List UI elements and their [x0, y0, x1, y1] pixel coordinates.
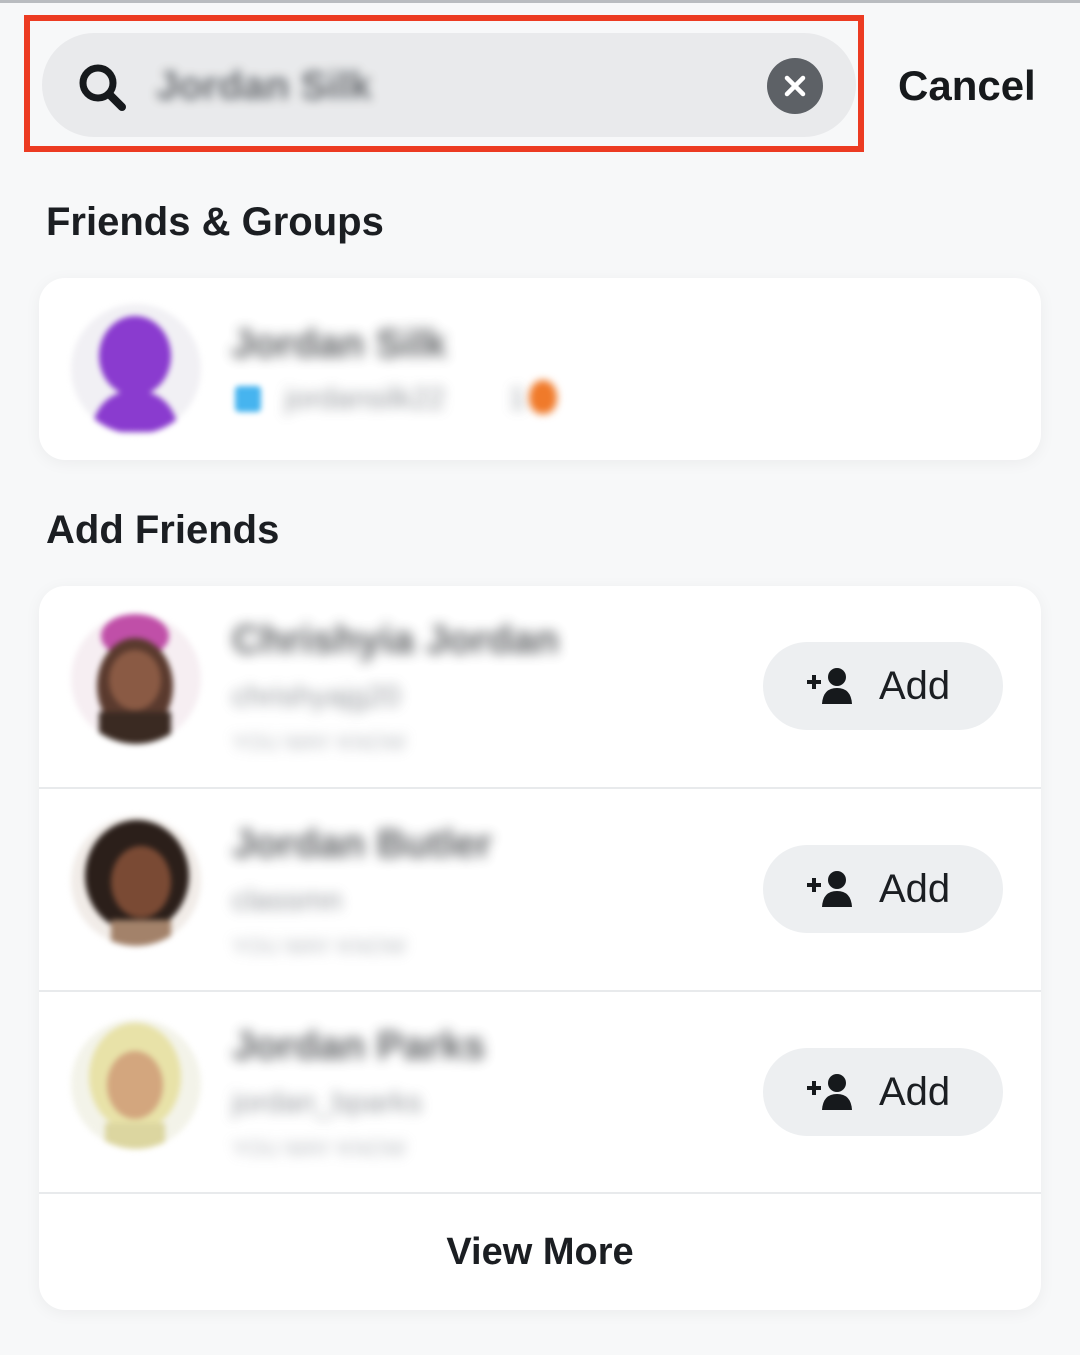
friend-streak-count: 1	[509, 382, 526, 415]
snapchat-badge-icon	[235, 386, 261, 412]
row-divider	[39, 990, 1041, 992]
suggestion-username: jordan_bparks	[232, 1086, 423, 1119]
add-user-icon	[807, 668, 852, 704]
suggestion-subtitle: YOU MAY KNOW	[232, 934, 406, 959]
add-friend-button[interactable]: Add	[763, 642, 1003, 730]
suggestion-subtitle: YOU MAY KNOW	[232, 1136, 406, 1161]
suggestion-name: Chrishyia Jordan	[232, 618, 559, 662]
cancel-button[interactable]: Cancel	[898, 58, 1036, 114]
friend-username: jordansilk22	[285, 382, 446, 415]
suggestion-username: chrishyajg20	[232, 680, 401, 713]
suggestion-username: classmn	[232, 884, 343, 917]
friends-groups-heading: Friends & Groups	[46, 200, 384, 244]
add-friend-button[interactable]: Add	[763, 845, 1003, 933]
add-button-label: Add	[879, 664, 951, 708]
add-user-icon	[807, 871, 852, 907]
friend-avatar	[71, 304, 201, 434]
add-friends-heading: Add Friends	[46, 508, 280, 552]
row-divider	[39, 787, 1041, 789]
search-highlight-box	[24, 15, 864, 152]
suggestion-name: Jordan Butler	[232, 822, 493, 866]
streak-fire-icon	[529, 380, 557, 414]
avatar	[71, 816, 201, 946]
add-user-icon	[807, 1074, 852, 1110]
avatar	[71, 614, 201, 744]
add-button-label: Add	[879, 867, 951, 911]
friend-name: Jordan Silk	[231, 322, 447, 366]
top-divider	[0, 0, 1080, 3]
suggestion-subtitle: YOU MAY KNOW	[232, 730, 406, 755]
add-button-label: Add	[879, 1070, 951, 1114]
row-divider	[39, 1192, 1041, 1194]
avatar	[71, 1019, 201, 1149]
suggestion-name: Jordan Parks	[232, 1024, 486, 1068]
friend-card[interactable]: Jordan Silk jordansilk22 1	[39, 278, 1041, 460]
view-more-button[interactable]: View More	[39, 1196, 1041, 1308]
add-friend-button[interactable]: Add	[763, 1048, 1003, 1136]
